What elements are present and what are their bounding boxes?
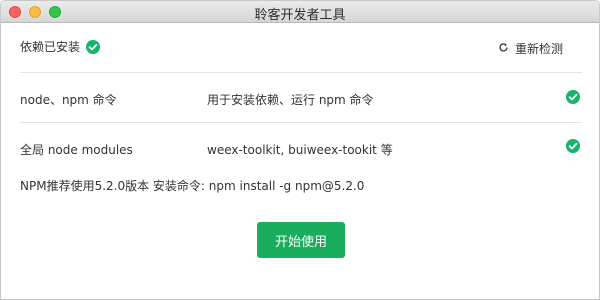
row-desc-node-npm: 用于安装依赖、运行 npm 命令 [207,93,374,107]
check-circle-icon [566,139,580,153]
recheck-label: 重新检测 [514,42,563,56]
check-circle-icon [86,39,101,54]
refresh-icon [498,42,509,56]
npm-version-note: NPM推荐使用5.2.0版本 安装命令: npm install -g npm@… [20,179,365,193]
recheck-button[interactable]: 重新检测 [498,40,563,57]
row-desc-global-modules: weex-toolkit, buiweex-tookit 等 [207,143,393,157]
start-using-button[interactable]: 开始使用 [257,222,345,258]
divider [20,72,582,73]
dependency-status-label: 依赖已安装 [20,40,81,54]
dependency-status: 依赖已安装 [20,38,101,55]
title-bar: 聆客开发者工具 [1,1,599,23]
row-name-node-npm: node、npm 命令 [20,93,117,107]
check-circle-icon [566,90,580,104]
app-window: 聆客开发者工具 依赖已安装 重新检测 node、npm 命令 用于安装依赖、运行… [0,0,600,300]
window-title: 聆客开发者工具 [254,8,346,23]
main-content: 依赖已安装 重新检测 node、npm 命令 用于安装依赖、运行 npm 命令 … [1,23,599,299]
divider [20,122,582,123]
row-name-global-modules: 全局 node modules [20,143,133,157]
